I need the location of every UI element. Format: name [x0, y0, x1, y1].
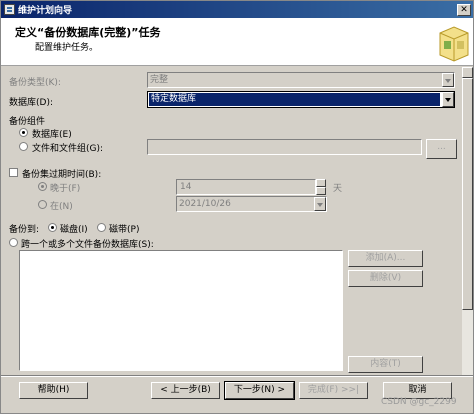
scroll-thumb[interactable] [462, 78, 473, 310]
database-value: 特定数据库 [149, 93, 440, 106]
help-button[interactable]: 帮助(H) [19, 382, 88, 399]
chevron-down-icon [314, 197, 326, 211]
radio-span-files-label: 跨一个或多个文件备份数据库(S): [21, 240, 154, 250]
files-input[interactable] [147, 139, 422, 155]
on-date-value: 2021/10/26 [179, 199, 231, 209]
scroll-up-icon[interactable] [462, 67, 473, 78]
radio-database-label: 数据库(E) [32, 130, 72, 140]
radio-after-label: 晚于(F) [50, 184, 81, 194]
spin-up-icon[interactable] [316, 179, 326, 187]
wizard-header: 定义“备份数据库(完整)”任务 配置维护任务。 [1, 18, 473, 66]
radio-disk[interactable] [48, 223, 57, 232]
radio-on-label: 在(N) [50, 202, 73, 212]
page-title: 定义“备份数据库(完整)”任务 [15, 26, 161, 39]
backup-type-select[interactable]: 完整 [147, 72, 455, 88]
radio-after[interactable] [38, 182, 47, 191]
wizard-window: 维护计划向导 ✕ 定义“备份数据库(完整)”任务 配置维护任务。 备份类型(K)… [0, 0, 474, 414]
database-label: 数据库(D): [9, 98, 53, 108]
radio-span-files[interactable] [9, 238, 18, 247]
chevron-down-icon [442, 92, 454, 107]
expire-checkbox[interactable] [9, 168, 18, 177]
backup-component-label: 备份组件 [9, 117, 46, 127]
app-icon [4, 4, 15, 15]
remove-button[interactable]: 删除(V) [348, 270, 423, 287]
browse-button[interactable]: ... [426, 139, 457, 159]
radio-tape[interactable] [97, 223, 106, 232]
next-button[interactable]: 下一步(N) > [224, 381, 295, 400]
radio-disk-label: 磁盘(I) [60, 225, 88, 235]
footer-divider [1, 375, 473, 377]
radio-files-label: 文件和文件组(G): [32, 144, 104, 154]
radio-tape-label: 磁带(P) [109, 225, 140, 235]
chevron-down-icon [442, 73, 454, 87]
content-button[interactable]: 内容(T) [348, 356, 423, 373]
spin-down-icon[interactable] [316, 187, 326, 195]
backup-type-label: 备份类型(K): [9, 78, 61, 88]
finish-button[interactable]: 完成(F) >>| [299, 382, 368, 399]
wizard-icon [434, 21, 472, 63]
close-button[interactable]: ✕ [457, 3, 471, 16]
database-select[interactable]: 特定数据库 [147, 91, 455, 108]
backup-type-value: 完整 [150, 75, 169, 85]
window-title: 维护计划向导 [18, 6, 73, 16]
vertical-scrollbar[interactable] [462, 67, 473, 375]
backup-files-list[interactable] [19, 250, 343, 371]
watermark: CSDN @gc_2299 [381, 397, 457, 407]
on-date-picker[interactable]: 2021/10/26 [176, 196, 327, 212]
radio-on[interactable] [38, 200, 47, 209]
days-unit-label: 天 [333, 184, 343, 194]
expire-checkbox-label: 备份集过期时间(B): [22, 170, 102, 180]
add-button[interactable]: 添加(A)... [348, 250, 423, 267]
after-days-spinner[interactable] [316, 179, 326, 195]
radio-files[interactable] [19, 142, 28, 151]
back-button[interactable]: < 上一步(B) [151, 382, 220, 399]
backup-to-label: 备份到: [9, 225, 40, 235]
radio-database[interactable] [19, 128, 28, 137]
page-subtitle: 配置维护任务。 [35, 43, 99, 53]
after-days-input[interactable]: 14 [176, 179, 316, 195]
title-bar: 维护计划向导 ✕ [1, 1, 473, 18]
